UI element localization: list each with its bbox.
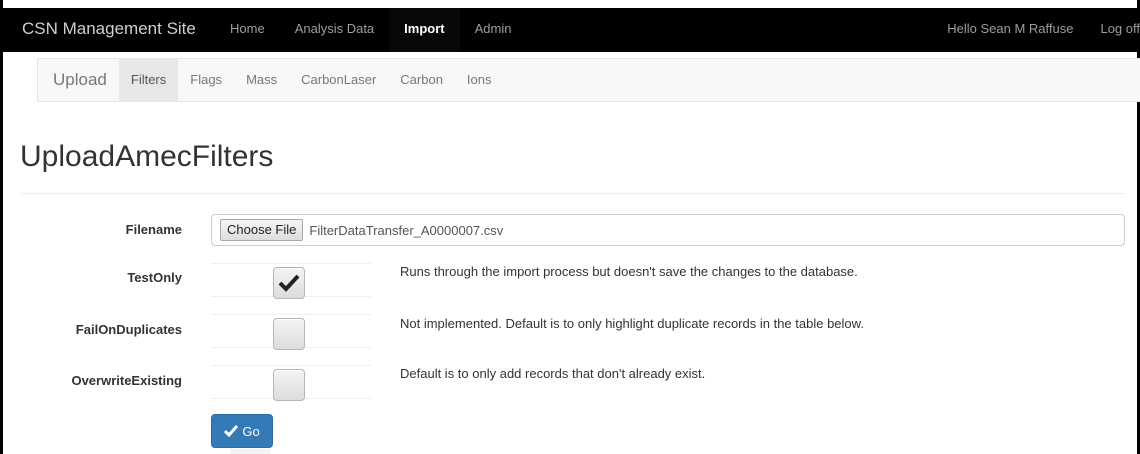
overwriteexisting-help: Default is to only add records that don'…: [400, 366, 706, 381]
title-divider: [20, 193, 1125, 194]
subnav-flags[interactable]: Flags: [178, 59, 234, 101]
subnav-brand-upload[interactable]: Upload: [38, 59, 119, 101]
file-input[interactable]: Choose File FilterDataTransfer_A0000007.…: [211, 214, 1125, 246]
subnav-mass[interactable]: Mass: [234, 59, 289, 101]
user-nav: Hello Sean M Raffuse Log off: [932, 8, 1140, 52]
testonly-checkbox[interactable]: [273, 267, 305, 299]
user-greeting-link[interactable]: Hello Sean M Raffuse: [932, 8, 1085, 52]
nav-home[interactable]: Home: [215, 8, 280, 52]
subnav-filters[interactable]: Filters: [118, 59, 179, 101]
site-brand[interactable]: CSN Management Site: [22, 8, 196, 52]
subnav-ions[interactable]: Ions: [455, 59, 504, 101]
overwriteexisting-checkbox[interactable]: [273, 369, 305, 401]
subnav-carbon[interactable]: Carbon: [388, 59, 455, 101]
testonly-field: [211, 263, 371, 299]
failonduplicates-field: [211, 314, 371, 350]
go-button[interactable]: Go: [211, 414, 273, 448]
overwriteexisting-label: OverwriteExisting: [71, 373, 182, 388]
go-button-label: Go: [242, 423, 260, 439]
top-navbar: CSN Management Site Home Analysis Data I…: [0, 8, 1140, 52]
testonly-label: TestOnly: [127, 270, 182, 285]
nav-admin[interactable]: Admin: [460, 8, 527, 52]
selected-filename: FilterDataTransfer_A0000007.csv: [309, 222, 504, 238]
checkmark-icon: [224, 425, 239, 437]
filename-label: Filename: [125, 222, 182, 237]
nav-import[interactable]: Import: [389, 8, 460, 52]
scroll-fade: [230, 449, 270, 454]
checkmark-icon: [278, 274, 300, 292]
overwriteexisting-field: [211, 365, 371, 401]
failonduplicates-help: Not implemented. Default is to only high…: [400, 316, 864, 331]
main-nav: Home Analysis Data Import Admin: [215, 8, 526, 52]
logoff-link[interactable]: Log off: [1085, 8, 1140, 52]
upload-subnav: Upload Filters Flags Mass CarbonLaser Ca…: [37, 58, 1140, 102]
failonduplicates-checkbox[interactable]: [273, 318, 305, 350]
failonduplicates-label: FailOnDuplicates: [75, 322, 182, 337]
nav-analysis-data[interactable]: Analysis Data: [280, 8, 389, 52]
choose-file-button[interactable]: Choose File: [220, 219, 304, 241]
testonly-help: Runs through the import process but does…: [400, 264, 858, 279]
page-title: UploadAmecFilters: [20, 140, 274, 173]
subnav-carbonlaser[interactable]: CarbonLaser: [289, 59, 388, 101]
